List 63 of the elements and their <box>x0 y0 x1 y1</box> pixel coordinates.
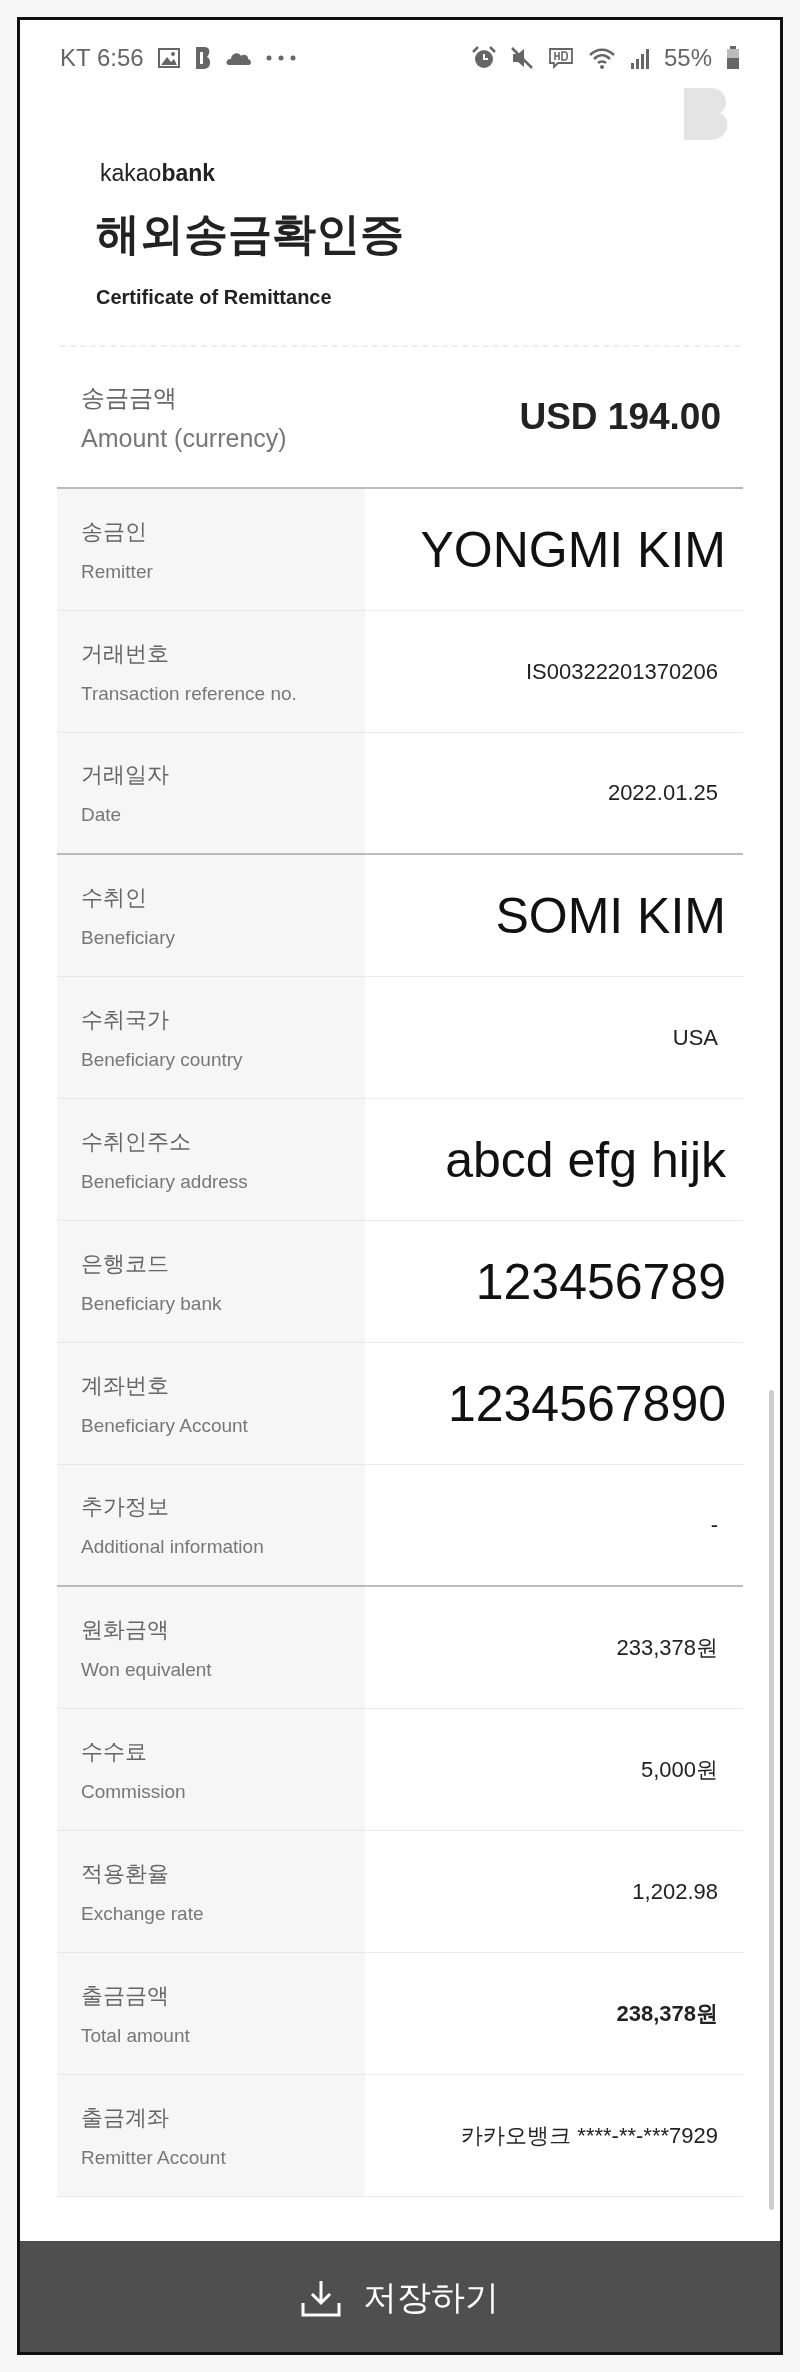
field-label: 출금계좌 <box>81 2103 170 2132</box>
field-value: 1,202.98 <box>632 1878 718 1905</box>
field-label: Beneficiary bank <box>81 1292 223 1315</box>
field-label: Date <box>81 804 123 826</box>
field-label: Beneficiary country <box>81 1048 244 1071</box>
status-time: KT 6:56 <box>60 44 144 72</box>
field-label: Amount (currency) <box>81 423 287 453</box>
field-label: 수수료 <box>81 1737 148 1766</box>
page-title: 해외송금확인증 <box>96 208 405 260</box>
field-label: Beneficiary address <box>81 1170 249 1193</box>
field-value: SOMI KIM <box>495 886 726 945</box>
field-label: 은행코드 <box>81 1249 170 1278</box>
logo-icon <box>684 88 730 140</box>
field-label: 계좌번호 <box>81 1371 170 1400</box>
download-icon <box>301 2279 341 2317</box>
amount-value: USD 194.00 <box>519 396 721 438</box>
field-value: YONGMI KIM <box>420 520 726 579</box>
field-label: 거래번호 <box>81 639 170 668</box>
field-label: Beneficiary <box>81 926 176 949</box>
field-label: Beneficiary Account <box>81 1414 249 1437</box>
field-label: 출금금액 <box>81 1981 170 2010</box>
field-label: 적용환율 <box>81 1859 170 1888</box>
brand-logo: kakaobank <box>100 160 216 187</box>
field-label: Additional information <box>81 1536 265 1558</box>
hd-icon <box>547 47 574 69</box>
battery-percent: 55% <box>663 44 712 72</box>
field-value: 238,378원 <box>616 1999 718 2028</box>
field-label: 원화금액 <box>81 1615 170 1644</box>
field-value: 2022.01.25 <box>607 780 718 806</box>
field-value: 5,000원 <box>640 1755 718 1784</box>
field-value: 1234567890 <box>447 1374 726 1433</box>
gallery-icon <box>157 48 180 68</box>
field-label: Exchange rate <box>81 1902 205 1925</box>
field-label: 수취인 <box>81 883 148 912</box>
field-value: 카카오뱅크 ****-**-***7929 <box>461 2121 718 2150</box>
field-label: Remitter <box>81 560 154 583</box>
field-value: abcd efg hijk <box>445 1130 726 1189</box>
more-icon <box>265 55 296 61</box>
alarm-icon <box>471 46 496 70</box>
battery-icon <box>726 46 740 70</box>
field-value: 123456789 <box>475 1252 726 1311</box>
save-button[interactable]: 저장하기 <box>301 2275 499 2321</box>
field-value: - <box>710 1512 718 1538</box>
field-label: 수취국가 <box>81 1005 170 1034</box>
mute-icon <box>509 46 534 70</box>
field-label: 추가정보 <box>81 1493 170 1521</box>
field-label: Won equivalent <box>81 1658 213 1681</box>
field-value: 233,378원 <box>616 1633 718 1662</box>
field-label: Transaction reference no. <box>81 682 298 705</box>
cloud-icon <box>225 50 252 66</box>
field-value: USA <box>672 1024 718 1051</box>
field-label: Commission <box>81 1780 187 1803</box>
field-label: 거래일자 <box>81 761 170 789</box>
field-label: 송금금액 <box>81 382 178 413</box>
wifi-icon <box>587 46 616 70</box>
field-label: 수취인주소 <box>81 1127 192 1156</box>
field-label: 송금인 <box>81 517 148 546</box>
page-subtitle: Certificate of Remittance <box>96 286 333 309</box>
signal-icon <box>629 47 650 69</box>
field-label: Remitter Account <box>81 2146 227 2169</box>
field-value: IS00322201370206 <box>525 658 718 685</box>
app-icon <box>193 46 212 70</box>
field-label: Total amount <box>81 2024 191 2047</box>
